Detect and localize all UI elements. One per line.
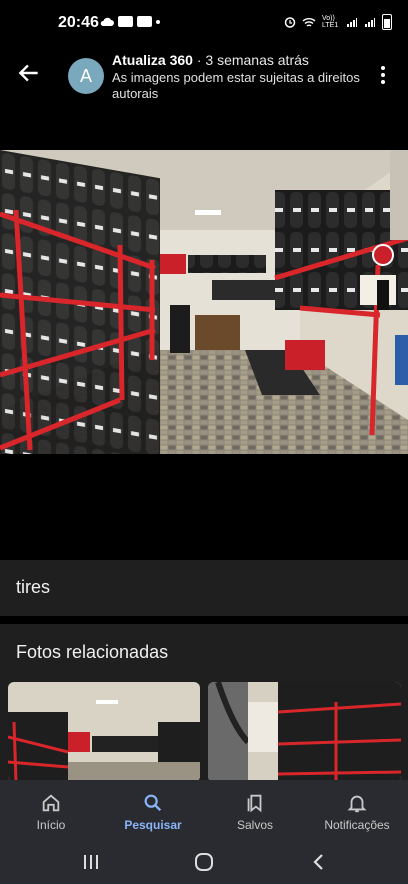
notification-app-icon	[137, 16, 152, 27]
signal-icon	[365, 17, 375, 27]
more-options-icon[interactable]	[380, 66, 386, 86]
copyright-notice: As imagens podem estar sujeitas a direit…	[112, 70, 360, 101]
tire-shop-thumbnail	[8, 682, 200, 782]
nav-label: Salvos	[236, 818, 274, 832]
bottom-navigation: Início Pesquisar Salvos Notificações	[0, 780, 408, 842]
recent-apps-icon[interactable]	[80, 852, 102, 872]
caption-text: tires	[16, 577, 51, 597]
wifi-icon	[302, 17, 316, 27]
notification-app-icon	[118, 16, 133, 27]
nav-label: Pesquisar	[124, 818, 182, 832]
post-age: 3 semanas atrás	[205, 52, 309, 68]
cloud-icon	[100, 17, 114, 26]
source-line[interactable]: Atualiza 360 · 3 semanas atrás	[112, 52, 309, 68]
home-icon	[42, 794, 60, 812]
nav-item-inicio[interactable]: Início	[0, 780, 102, 842]
home-button-icon[interactable]	[193, 852, 215, 872]
separator: ·	[196, 52, 202, 68]
back-arrow-icon[interactable]	[16, 60, 42, 86]
source-avatar[interactable]: A	[68, 58, 104, 94]
status-right-icons: Vo)) LTE1	[284, 14, 392, 30]
related-photos-title: Fotos relacionadas	[16, 642, 169, 662]
main-image[interactable]	[0, 150, 408, 454]
tire-shop-photo	[0, 150, 408, 454]
status-left-icons	[100, 16, 160, 27]
alarm-icon	[284, 17, 296, 28]
source-name[interactable]: Atualiza 360	[112, 52, 193, 68]
battery-icon	[382, 14, 392, 30]
ceiling-light-icon	[195, 210, 221, 215]
bell-icon	[347, 795, 367, 813]
related-photos-section: Fotos relacionadas	[0, 624, 408, 784]
status-time: 20:46	[58, 14, 99, 31]
image-caption: tires	[0, 560, 408, 616]
status-bar: 20:46 Vo)) LTE1	[0, 0, 408, 46]
signal-icon	[347, 17, 357, 27]
back-button-icon[interactable]	[308, 852, 330, 872]
nav-item-notificacoes[interactable]: Notificações	[306, 780, 408, 842]
nav-label: Notificações	[324, 818, 390, 832]
network-label: Vo)) LTE1	[322, 15, 339, 29]
nav-label: Início	[36, 818, 66, 832]
nav-item-salvos[interactable]: Salvos	[204, 780, 306, 842]
search-icon	[144, 794, 162, 812]
image-viewer-header: A Atualiza 360 · 3 semanas atrás As imag…	[0, 46, 408, 108]
related-photo-thumbnail[interactable]	[208, 682, 401, 782]
related-photo-thumbnail[interactable]	[8, 682, 200, 782]
tire-shop-thumbnail	[208, 682, 401, 782]
bookmarks-icon	[247, 794, 262, 813]
nav-item-pesquisar[interactable]: Pesquisar	[102, 780, 204, 842]
system-navigation-bar	[0, 842, 408, 884]
dot-icon	[156, 19, 160, 24]
